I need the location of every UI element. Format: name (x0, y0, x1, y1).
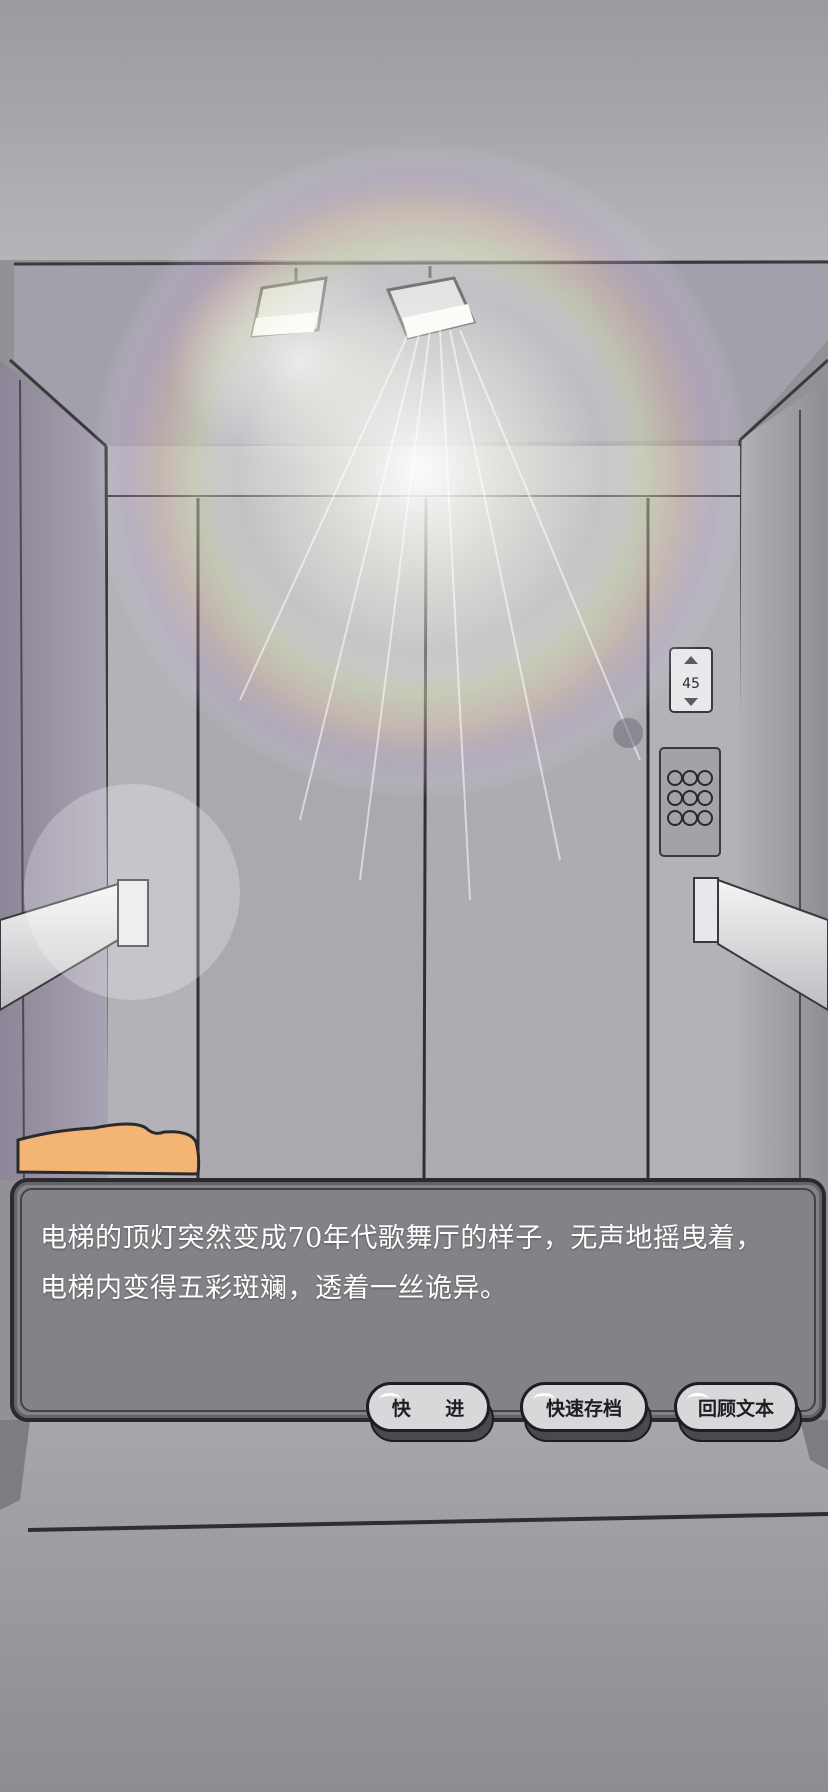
fast-forward-button-label: 快 进 (366, 1382, 490, 1432)
review-text-button-label: 回顾文本 (674, 1382, 798, 1432)
review-text-button[interactable]: 回顾文本 (674, 1382, 802, 1442)
dialog-line-1: 电梯的顶灯突然变成70年代歌舞厅的样子，无声地摇曳着， (40, 1223, 763, 1254)
fast-forward-button[interactable]: 快 进 (366, 1382, 494, 1442)
quick-save-button[interactable]: 快速存档 (520, 1382, 652, 1442)
dialog-text: 电梯的顶灯突然变成70年代歌舞厅的样子，无声地摇曳着， 电梯内变得五彩斑斓，透着… (40, 1214, 810, 1314)
floor-number: 45 (682, 676, 700, 692)
dialog-line-2: 电梯内变得五彩斑斓，透着一丝诡异。 (40, 1273, 508, 1304)
quick-save-button-label: 快速存档 (520, 1382, 648, 1432)
elevator-keypad (659, 747, 721, 857)
speaker-name-tab (14, 1112, 204, 1178)
elevator-scene-background: 45 (0, 0, 828, 1792)
